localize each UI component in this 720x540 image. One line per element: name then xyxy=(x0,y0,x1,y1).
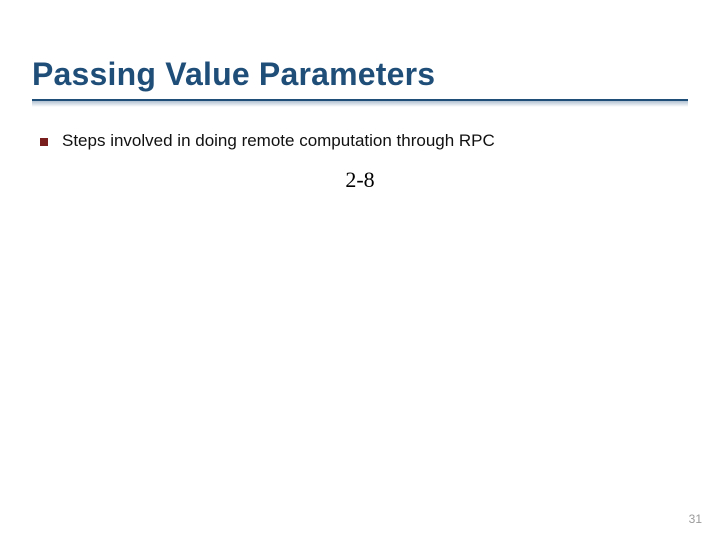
page-number: 31 xyxy=(689,512,702,526)
bullet-text: Steps involved in doing remote computati… xyxy=(62,131,495,151)
square-bullet-icon xyxy=(40,138,48,146)
title-rule-gradient xyxy=(32,101,688,107)
page-title: Passing Value Parameters xyxy=(32,56,688,93)
title-rule xyxy=(32,97,688,107)
figure-label: 2-8 xyxy=(32,167,688,193)
bullet-list: Steps involved in doing remote computati… xyxy=(40,131,688,151)
list-item: Steps involved in doing remote computati… xyxy=(40,131,688,151)
slide: Passing Value Parameters Steps involved … xyxy=(0,0,720,540)
